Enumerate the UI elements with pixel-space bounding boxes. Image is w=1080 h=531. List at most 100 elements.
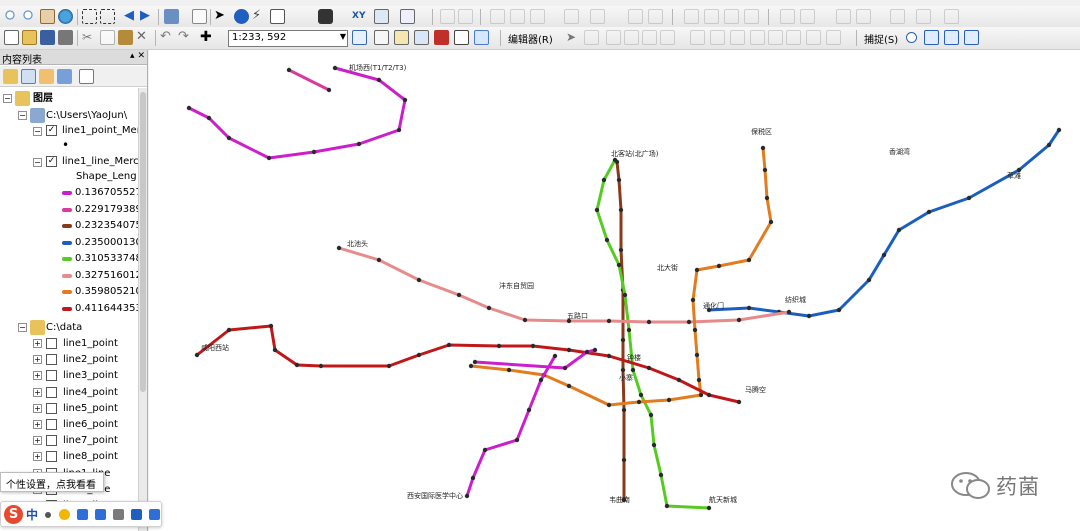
snapping-menu[interactable]: 捕捉(S): [864, 31, 898, 46]
layer-visibility-checkbox[interactable]: [46, 338, 57, 349]
georef-icon-4[interactable]: [856, 9, 871, 24]
station-point[interactable]: [694, 352, 700, 358]
station-point[interactable]: [636, 399, 642, 405]
station-point[interactable]: [618, 247, 624, 253]
list-by-selection-icon[interactable]: [57, 69, 72, 84]
data-layer-item[interactable]: line7_point: [63, 433, 118, 448]
station-point[interactable]: [664, 503, 670, 509]
station-point[interactable]: [416, 352, 422, 358]
station-point[interactable]: [806, 313, 812, 319]
layer-visibility-checkbox[interactable]: [46, 386, 57, 398]
topology-icon-6[interactable]: [628, 9, 643, 24]
station-point[interactable]: [294, 362, 300, 368]
keyboard-icon[interactable]: [95, 509, 106, 520]
georef-icon-5[interactable]: [890, 9, 905, 24]
delete-icon[interactable]: ✕: [136, 30, 151, 45]
collapse-layer-icon[interactable]: −: [33, 158, 42, 167]
station-point[interactable]: [646, 319, 652, 325]
station-point[interactable]: [472, 359, 478, 365]
find-icon[interactable]: [318, 9, 333, 24]
station-point[interactable]: [746, 257, 752, 263]
station-point[interactable]: [311, 149, 317, 155]
layer-visibility-checkbox[interactable]: [46, 354, 57, 366]
layer-visibility-checkbox[interactable]: ✓: [46, 125, 57, 136]
station-point[interactable]: [194, 352, 200, 358]
georef-icon-6[interactable]: [916, 9, 931, 24]
fixed-zoom-in-icon[interactable]: [100, 9, 115, 24]
back-icon[interactable]: ◀: [124, 9, 139, 24]
station-point[interactable]: [736, 317, 742, 323]
punctuation-icon[interactable]: [45, 512, 51, 518]
station-point[interactable]: [626, 327, 632, 333]
station-point[interactable]: [552, 353, 558, 359]
python-window-icon[interactable]: [454, 30, 469, 45]
layer-visibility-checkbox[interactable]: ✓: [46, 156, 57, 167]
station-point[interactable]: [456, 292, 462, 298]
georef-icon-7[interactable]: [944, 9, 959, 24]
advanced-edit-icon-2[interactable]: [704, 9, 719, 24]
skin-icon[interactable]: [131, 509, 142, 520]
print-icon[interactable]: [58, 30, 73, 45]
sogou-logo[interactable]: S: [4, 505, 23, 524]
expand-layer-icon[interactable]: +: [33, 436, 42, 446]
advanced-edit-icon-3[interactable]: [724, 9, 739, 24]
create-features-icon[interactable]: [826, 30, 841, 45]
rotate-tool-icon[interactable]: [768, 30, 783, 45]
edit-vertices-icon[interactable]: [690, 30, 705, 45]
expand-layer-icon[interactable]: +: [33, 420, 42, 429]
station-point[interactable]: [646, 365, 652, 371]
station-point[interactable]: [376, 77, 382, 83]
layer-visibility-checkbox[interactable]: [46, 419, 57, 430]
straight-segment-icon[interactable]: [606, 30, 621, 45]
station-point[interactable]: [696, 377, 702, 383]
options-icon[interactable]: [79, 69, 94, 84]
table-of-contents-icon[interactable]: [374, 30, 389, 45]
station-point[interactable]: [786, 309, 792, 315]
chevron-down-icon[interactable]: ▼: [340, 32, 346, 41]
station-point[interactable]: [266, 155, 272, 161]
station-point[interactable]: [638, 392, 644, 398]
metro-map[interactable]: 机场西(T1/T2/T3) 北客站(北广场) 纺织城 香湖湾草滩北池头韦曲南 航天新城 西…: [149, 50, 1080, 531]
station-point[interactable]: [356, 141, 362, 147]
clear-selection-icon[interactable]: [192, 9, 207, 24]
list-by-source-icon[interactable]: [21, 69, 36, 84]
expand-layer-icon[interactable]: +: [33, 387, 42, 397]
copy-icon[interactable]: [100, 30, 115, 45]
paste-icon[interactable]: [118, 30, 133, 45]
station-point[interactable]: [522, 317, 528, 323]
voice-icon[interactable]: [77, 509, 88, 520]
station-point[interactable]: [376, 257, 382, 263]
data-layer-item[interactable]: line1_point: [63, 336, 118, 351]
new-document-icon[interactable]: [4, 30, 19, 45]
data-layer-item[interactable]: line6_point: [63, 417, 118, 432]
station-point[interactable]: [666, 397, 672, 403]
station-point[interactable]: [594, 207, 600, 213]
collapse-layer-icon[interactable]: −: [33, 127, 42, 136]
station-point[interactable]: [336, 245, 342, 251]
map-display[interactable]: 机场西(T1/T2/T3) 北客站(北广场) 纺织城 香湖湾 草滩 北池头 韦曲南 航天新城 西…: [149, 50, 1080, 531]
metro-line-4[interactable]: [708, 129, 1061, 318]
station-point[interactable]: [496, 343, 502, 349]
station-point[interactable]: [762, 167, 768, 173]
metro-line-2[interactable]: [288, 68, 330, 92]
station-point[interactable]: [612, 157, 618, 163]
station-point[interactable]: [562, 365, 568, 371]
station-point[interactable]: [622, 292, 628, 298]
data-layer-item[interactable]: line4_point: [63, 385, 118, 400]
group-user-folder[interactable]: C:\Users\YaoJun\: [46, 108, 127, 123]
station-point[interactable]: [648, 412, 654, 418]
metro-line-5[interactable]: [595, 159, 710, 510]
open-folder-icon[interactable]: [22, 30, 37, 45]
expand-layer-icon[interactable]: +: [33, 371, 42, 381]
station-point[interactable]: [268, 323, 274, 329]
pan-icon[interactable]: [40, 9, 55, 24]
editor-toolbar-icon[interactable]: [352, 30, 367, 45]
full-extent-icon[interactable]: [82, 9, 97, 24]
pin-icon[interactable]: ▴: [130, 51, 135, 61]
metro-line-10[interactable]: [465, 355, 557, 497]
station-point[interactable]: [1056, 127, 1062, 133]
topology-icon-1[interactable]: [490, 9, 505, 24]
collapse-group-icon[interactable]: −: [18, 323, 27, 332]
station-point[interactable]: [966, 195, 972, 201]
station-point[interactable]: [416, 277, 422, 283]
